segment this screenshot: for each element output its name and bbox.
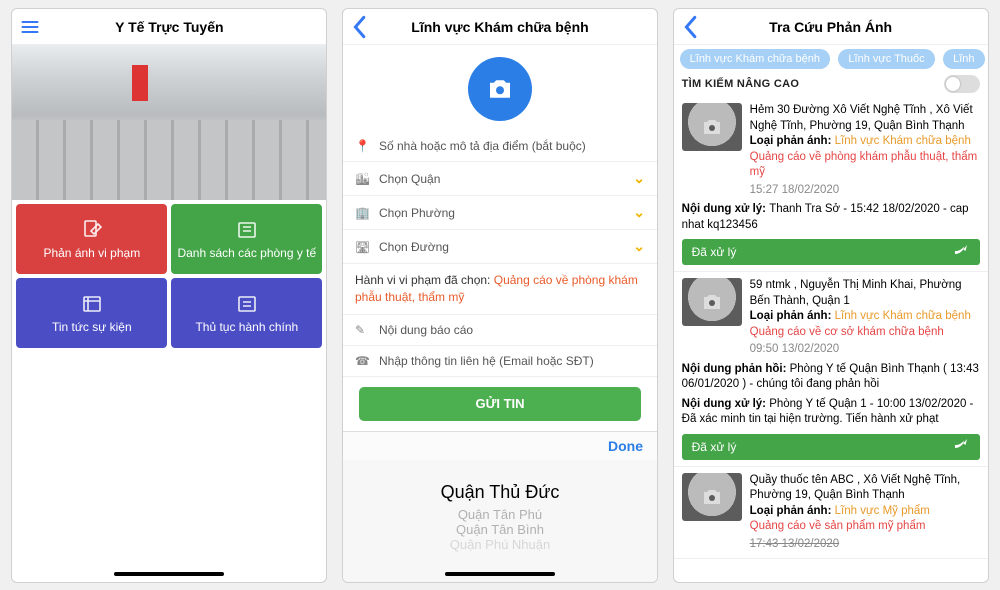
pencil-icon: ✎ [355, 323, 371, 337]
item-violation: Quảng cáo về sản phẩm mỹ phẩm [750, 519, 980, 535]
type-label: Loại phản ánh: [750, 135, 835, 147]
picker-option[interactable]: Quận Tân Bình [343, 522, 657, 537]
advanced-search-row: TÌM KIẾM NÂNG CAO [674, 73, 988, 97]
chip[interactable]: Lĩnh [943, 49, 984, 69]
page-title: Tra Cứu Phản Ánh [769, 19, 892, 35]
meta-label: Nội dung phản hồi: [682, 363, 790, 375]
share-icon[interactable] [952, 242, 970, 263]
district-field[interactable]: 🏙 Chọn Quận ⌄ [343, 162, 657, 196]
address-field[interactable]: 📍 Số nhà hoặc mô tả địa điểm (bắt buộc) [343, 131, 657, 162]
item-meta: Nội dung xử lý: Phòng Y tế Quận 1 - 10:0… [682, 397, 980, 428]
item-address: Quầy thuốc tên ABC , Xô Viết Nghệ Tĩnh, … [750, 473, 980, 504]
tile-grid: Phản ánh vi phạm Danh sách các phòng y t… [12, 200, 326, 352]
field-label: Chọn Quận [379, 172, 625, 186]
list-item[interactable]: Hẻm 30 Đường Xô Viết Nghệ Tĩnh , Xô Viết… [674, 97, 988, 272]
field-label: Chọn Phường [379, 206, 625, 220]
list-item[interactable]: 59 ntmk , Nguyễn Thị Minh Khai, Phường B… [674, 272, 988, 467]
tile-procedures[interactable]: Thủ tục hành chính [171, 278, 322, 348]
page-title: Y Tế Trực Tuyến [115, 19, 223, 35]
item-address: 59 ntmk , Nguyễn Thị Minh Khai, Phường B… [750, 278, 980, 309]
meta-label: Nội dung xử lý: [682, 398, 770, 410]
chevron-down-icon: ⌄ [633, 238, 645, 255]
chevron-down-icon: ⌄ [633, 204, 645, 221]
item-meta: Nội dung xử lý: Thanh Tra Sở - 15:42 18/… [682, 202, 980, 233]
picker-option[interactable]: Quận Phú Nhuận [343, 537, 657, 552]
phone-icon: ☎ [355, 354, 371, 368]
result-list: Hẻm 30 Đường Xô Viết Nghệ Tĩnh , Xô Viết… [674, 97, 988, 582]
field-label: Chọn Đường [379, 240, 625, 254]
screen-search-results: Tra Cứu Phản Ánh Lĩnh vực Khám chữa bệnh… [673, 8, 989, 583]
building-icon: 🏙 [355, 172, 371, 186]
chip[interactable]: Lĩnh vực Khám chữa bệnh [680, 49, 830, 69]
header: Y Tế Trực Tuyến [12, 9, 326, 45]
type-label: Loại phản ánh: [750, 310, 835, 322]
building-icon: 🏢 [355, 206, 371, 220]
contact-field[interactable]: ☎ Nhập thông tin liên hệ (Email hoặc SĐT… [343, 346, 657, 377]
advanced-search-toggle[interactable] [944, 75, 980, 93]
status-label: Đã xử lý [692, 245, 737, 259]
camera-button[interactable] [468, 57, 532, 121]
field-label: Số nhà hoặc mô tả địa điểm (bắt buộc) [379, 139, 645, 153]
type-value: Lĩnh vực Khám chữa bệnh [835, 135, 971, 147]
street-field[interactable]: 🛣 Chọn Đường ⌄ [343, 230, 657, 264]
type-label: Loại phản ánh: [750, 505, 835, 517]
header: Lĩnh vực Khám chữa bệnh [343, 9, 657, 45]
field-label: Nhập thông tin liên hệ (Email hoặc SĐT) [379, 354, 645, 368]
camera-thumb-icon [682, 278, 742, 326]
meta-label: Nội dung xử lý: [682, 203, 770, 215]
camera-thumb-icon [682, 473, 742, 521]
status-label: Đã xử lý [692, 440, 737, 454]
hero-image [12, 45, 326, 200]
chevron-down-icon: ⌄ [633, 170, 645, 187]
report-content-field[interactable]: ✎ Nội dung báo cáo [343, 315, 657, 346]
picker-option[interactable]: Quận Tân Phú [343, 507, 657, 522]
button-label: Done [608, 438, 643, 454]
home-indicator [445, 572, 555, 576]
type-value: Lĩnh vực Khám chữa bệnh [835, 310, 971, 322]
list-item[interactable]: Quầy thuốc tên ABC , Xô Viết Nghệ Tĩnh, … [674, 467, 988, 560]
header: Tra Cứu Phản Ánh [674, 9, 988, 45]
camera-thumb-icon [682, 103, 742, 151]
tile-label: Phản ánh vi phạm [43, 246, 140, 261]
field-label: Nội dung báo cáo [379, 323, 645, 337]
home-indicator [114, 572, 224, 576]
picker-selected[interactable]: Quận Thủ Đức [343, 478, 657, 507]
submit-button[interactable]: GỬI TIN [359, 387, 641, 421]
picker-done-button[interactable]: Done [343, 431, 657, 460]
selected-violation: Hành vi vi phạm đã chọn: Quảng cáo về ph… [343, 264, 657, 315]
district-picker[interactable]: Quận Thủ Đức Quận Tân Phú Quận Tân Bình … [343, 460, 657, 582]
tile-facilities[interactable]: Danh sách các phòng y tế [171, 204, 322, 274]
tile-label: Tin tức sự kiện [52, 320, 132, 335]
menu-icon[interactable] [20, 17, 40, 37]
filter-chips: Lĩnh vực Khám chữa bệnh Lĩnh vực Thuốc L… [674, 45, 988, 73]
tile-report[interactable]: Phản ánh vi phạm [16, 204, 167, 274]
screen-home: Y Tế Trực Tuyến Phản ánh vi phạm Danh sá… [11, 8, 327, 583]
item-time: 09:50 13/02/2020 [750, 342, 980, 358]
tile-news[interactable]: Tin tức sự kiện [16, 278, 167, 348]
item-violation: Quảng cáo về cơ sở khám chữa bệnh [750, 325, 980, 341]
item-address: Hẻm 30 Đường Xô Viết Nghệ Tĩnh , Xô Viết… [750, 103, 980, 134]
item-meta: Nội dung phản hồi: Phòng Y tế Quận Bình … [682, 362, 980, 393]
tile-label: Danh sách các phòng y tế [177, 246, 316, 261]
page-title: Lĩnh vực Khám chữa bệnh [411, 19, 588, 35]
advanced-search-label: TÌM KIẾM NÂNG CAO [682, 78, 800, 90]
road-icon: 🛣 [355, 240, 371, 254]
item-time: 15:27 18/02/2020 [750, 183, 980, 199]
back-icon[interactable] [351, 15, 367, 39]
status-badge: Đã xử lý [682, 239, 980, 265]
item-violation: Quảng cáo về phòng khám phẫu thuật, thẩm… [750, 150, 980, 181]
screen-report-form: Lĩnh vực Khám chữa bệnh 📍 Số nhà hoặc mô… [342, 8, 658, 583]
ward-field[interactable]: 🏢 Chọn Phường ⌄ [343, 196, 657, 230]
back-icon[interactable] [682, 15, 698, 39]
violation-label: Hành vi vi phạm đã chọn: [355, 273, 494, 287]
type-value: Lĩnh vực Mỹ phẩm [835, 505, 930, 517]
share-icon[interactable] [952, 436, 970, 457]
button-label: GỬI TIN [475, 396, 524, 411]
pin-icon: 📍 [355, 139, 371, 153]
item-time: 17:43 13/02/2020 [750, 537, 980, 553]
status-badge: Đã xử lý [682, 434, 980, 460]
chip[interactable]: Lĩnh vực Thuốc [838, 49, 934, 69]
tile-label: Thủ tục hành chính [195, 320, 298, 335]
